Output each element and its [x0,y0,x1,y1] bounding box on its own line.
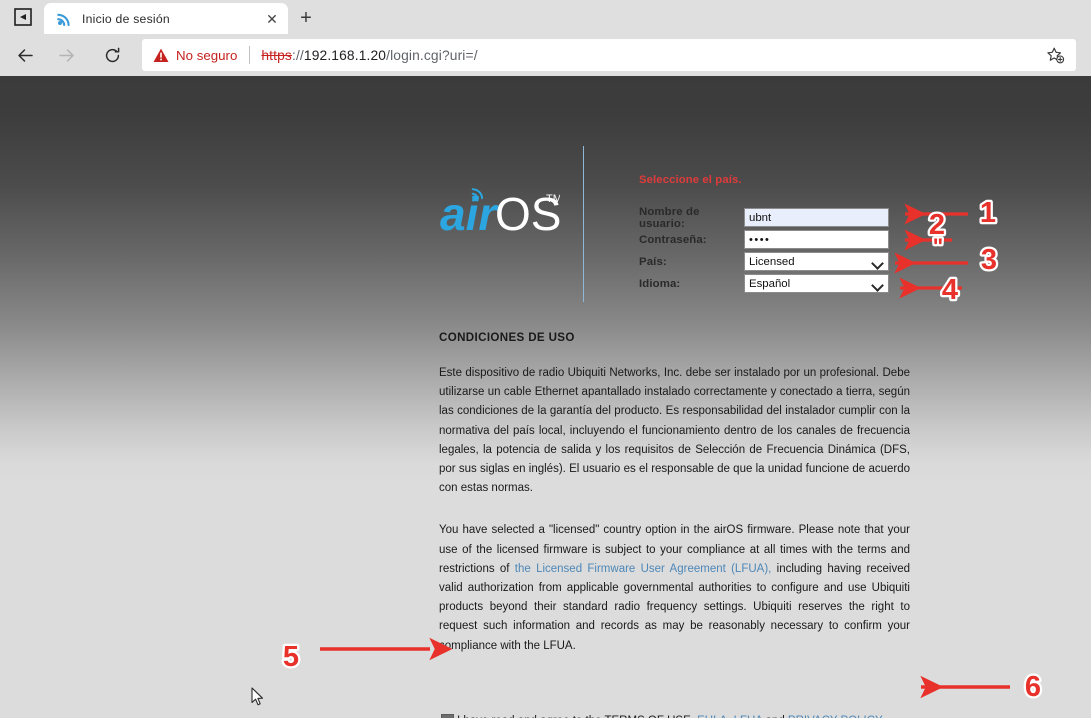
browser-chrome: Inicio de sesión ✕ + No seguro https://1… [0,0,1091,76]
country-label: País: [639,255,667,268]
terms-en-part2: including having received valid authoriz… [439,562,910,652]
star-plus-glyph [1046,47,1064,63]
system-menu-icon[interactable] [10,5,36,29]
logo-tm-text: TM [546,193,560,205]
privacy-policy-link[interactable]: PRIVACY POLICY [788,715,883,718]
omnibox-divider [249,46,251,64]
login-form: Seleccione el país. Nombre de usuario: u… [639,174,889,295]
window-menu-glyph [14,8,32,26]
terms-paragraph-spanish: Este dispositivo de radio Ubiquiti Netwo… [439,367,910,495]
security-label: No seguro [176,47,238,63]
agreement-row: I have read and agree to the TERMS OF US… [441,714,883,718]
wifi-signal-icon [57,13,70,27]
url-path: /login.cgi?uri=/ [386,47,478,63]
eula-link[interactable]: EULA [697,715,727,718]
lfua-link[interactable]: the Licensed Firmware User Agreement (LF… [515,563,772,575]
username-input[interactable]: ubnt [744,208,889,227]
reload-glyph [105,47,119,62]
form-row-password: Contraseña: •••• [639,229,889,250]
form-row-language: Idioma: Español [639,273,889,294]
mouse-cursor [251,687,264,706]
agreement-text: I have read and agree to the TERMS OF US… [457,715,883,718]
add-favorite-star-icon[interactable] [1040,41,1070,69]
tab-strip: Inicio de sesión ✕ + [0,0,1091,34]
password-input[interactable]: •••• [744,230,889,249]
language-select[interactable]: Español [744,274,889,293]
country-warning-message: Seleccione el país. [639,174,742,186]
logo-air-text: air [440,188,498,238]
forward-arrow-glyph [58,48,74,62]
agreement-text-start: I have read and agree to the TERMS OF US… [457,715,697,718]
security-status[interactable]: No seguro [153,48,237,63]
form-row-country: País: Licensed [639,251,889,272]
country-select-wrapper: Licensed [744,252,889,271]
forward-arrow-icon[interactable] [50,39,82,71]
language-select-wrapper: Español [744,274,889,293]
country-select[interactable]: Licensed [744,252,889,271]
terms-paragraph-english: You have selected a "licensed" country o… [439,521,910,655]
back-arrow-glyph [17,48,33,62]
close-icon[interactable]: ✕ [262,9,282,29]
url-scheme: https [261,47,292,63]
url-separator: :// [291,47,304,63]
vertical-divider [583,146,584,302]
terms-of-use-section: CONDICIONES DE USO Este dispositivo de r… [439,331,910,656]
airos-logo: air OS TM [440,188,560,238]
back-arrow-icon[interactable] [9,39,41,71]
agree-checkbox[interactable] [441,714,454,718]
agreement-sep2: and [762,715,788,718]
terms-heading: CONDICIONES DE USO [439,331,575,344]
password-label: Contraseña: [639,233,707,246]
url-text: https://192.168.1.20/login.cgi?uri=/ [261,48,1040,63]
airos-login-page: air OS TM Seleccione el país. Nombre de … [0,76,1091,718]
form-row-username: Nombre de usuario: ubnt [639,205,889,230]
url-host: 192.168.1.20 [303,47,387,63]
browser-tab[interactable]: Inicio de sesión ✕ [44,3,288,34]
reload-icon[interactable] [96,39,128,71]
language-label: Idioma: [639,277,681,290]
tab-title: Inicio de sesión [82,11,170,26]
username-label: Nombre de usuario: [639,205,700,230]
lfua-link-checkbox[interactable]: LFUA [734,715,763,718]
address-bar[interactable]: No seguro https://192.168.1.20/login.cgi… [142,39,1076,71]
warning-triangle-icon [153,48,169,62]
new-tab-button[interactable]: + [292,5,320,31]
